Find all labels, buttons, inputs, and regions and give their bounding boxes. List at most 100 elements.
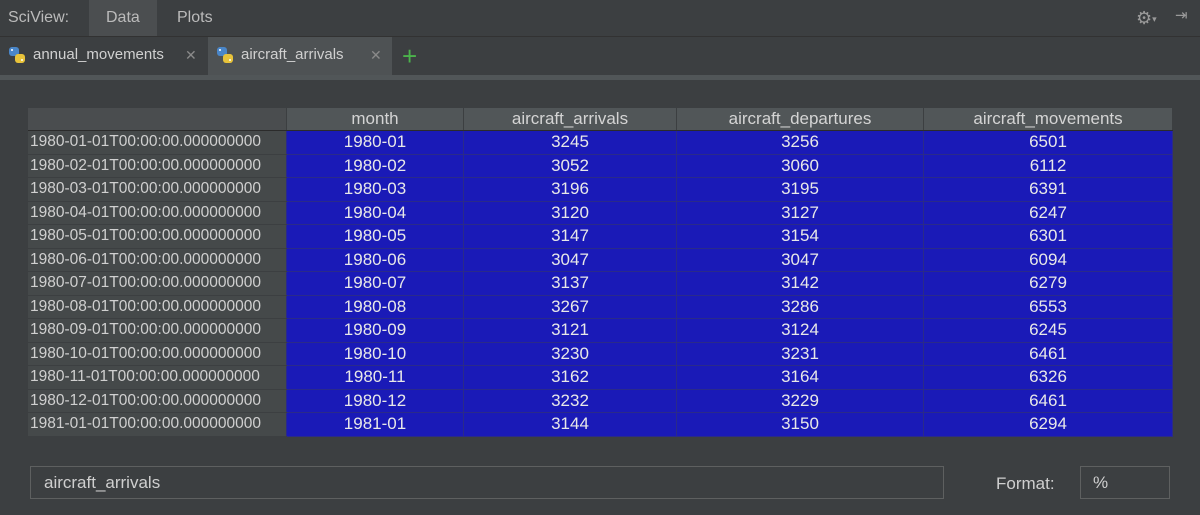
table-row: 1980-05-01T00:00:00.000000000 1980-05 3147… <box>28 224 1173 249</box>
format-input[interactable]: % <box>1080 466 1170 499</box>
gear-icon[interactable]: ⚙▾ <box>1136 8 1157 29</box>
table-cell[interactable]: 3047 <box>463 247 677 272</box>
close-icon[interactable]: ✕ <box>370 37 382 73</box>
table-row: 1980-04-01T00:00:00.000000000 1980-04 3120… <box>28 200 1173 225</box>
table-cell[interactable]: 1980-03 <box>286 177 464 202</box>
table-cell[interactable]: 6294 <box>923 412 1173 437</box>
close-icon[interactable]: ✕ <box>185 37 197 73</box>
table-cell[interactable]: 3154 <box>676 224 924 249</box>
table-cell[interactable]: 1980-08 <box>286 294 464 319</box>
sciview-toolbar: SciView: Data Plots ⚙▾ ⇥ <box>0 0 1200 37</box>
row-index[interactable]: 1980-01-01T00:00:00.000000000 <box>28 130 287 155</box>
file-tab-strip: annual_movements ✕ aircraft_arrivals ✕ <box>0 37 1200 75</box>
table-row: 1980-02-01T00:00:00.000000000 1980-02 3052… <box>28 153 1173 178</box>
row-index[interactable]: 1980-09-01T00:00:00.000000000 <box>28 318 287 343</box>
table-cell[interactable]: 3147 <box>463 224 677 249</box>
table-cell[interactable]: 1980-02 <box>286 153 464 178</box>
column-header[interactable]: aircraft_movements <box>923 108 1173 131</box>
table-cell[interactable]: 6461 <box>923 388 1173 413</box>
table-cell[interactable]: 1980-10 <box>286 341 464 366</box>
table-cell[interactable]: 3267 <box>463 294 677 319</box>
row-index[interactable]: 1980-10-01T00:00:00.000000000 <box>28 342 287 366</box>
python-icon <box>217 47 233 63</box>
column-header[interactable]: month <box>286 108 464 131</box>
column-header[interactable]: aircraft_arrivals <box>463 108 677 131</box>
plus-icon[interactable]: + <box>402 40 417 72</box>
table-cell[interactable]: 3232 <box>463 388 677 413</box>
table-cell[interactable]: 1980-06 <box>286 247 464 272</box>
format-label: Format: <box>996 474 1055 493</box>
row-index[interactable]: 1980-06-01T00:00:00.000000000 <box>28 248 287 272</box>
table-row: 1980-01-01T00:00:00.000000000 1980-01 3245… <box>28 130 1173 155</box>
row-index[interactable]: 1980-08-01T00:00:00.000000000 <box>28 295 287 319</box>
row-index[interactable]: 1980-12-01T00:00:00.000000000 <box>28 389 287 413</box>
table-cell[interactable]: 6247 <box>923 200 1173 225</box>
pin-icon[interactable]: ⇥ <box>1175 6 1188 24</box>
table-row: 1980-09-01T00:00:00.000000000 1980-09 3121… <box>28 318 1173 343</box>
table-cell[interactable]: 3245 <box>463 130 677 155</box>
table-cell[interactable]: 3164 <box>676 365 924 390</box>
table-cell[interactable]: 3231 <box>676 341 924 366</box>
row-index[interactable]: 1980-11-01T00:00:00.000000000 <box>28 365 287 390</box>
tab-data[interactable]: Data <box>89 0 157 36</box>
table-cell[interactable]: 6094 <box>923 247 1173 272</box>
table-corner <box>28 108 287 131</box>
table-row: 1980-11-01T00:00:00.000000000 1980-11 3162… <box>28 365 1173 390</box>
row-index[interactable]: 1981-01-01T00:00:00.000000000 <box>28 412 287 437</box>
table-cell[interactable]: 3060 <box>676 153 924 178</box>
table-cell[interactable]: 1980-04 <box>286 200 464 225</box>
tab-plots[interactable]: Plots <box>160 0 230 36</box>
row-index[interactable]: 1980-07-01T00:00:00.000000000 <box>28 271 287 296</box>
table-cell[interactable]: 3047 <box>676 247 924 272</box>
table-cell[interactable]: 6245 <box>923 318 1173 343</box>
table-cell[interactable]: 3150 <box>676 412 924 437</box>
table-row: 1980-10-01T00:00:00.000000000 1980-10 3230… <box>28 341 1173 366</box>
table-cell[interactable]: 3195 <box>676 177 924 202</box>
table-cell[interactable]: 3229 <box>676 388 924 413</box>
file-tab-aircraft-arrivals[interactable]: aircraft_arrivals ✕ <box>208 37 392 75</box>
table-cell[interactable]: 3162 <box>463 365 677 390</box>
table-cell[interactable]: 1980-11 <box>286 365 464 390</box>
table-cell[interactable]: 6461 <box>923 341 1173 366</box>
table-cell[interactable]: 3144 <box>463 412 677 437</box>
table-row: 1980-08-01T00:00:00.000000000 1980-08 3267… <box>28 294 1173 319</box>
table-cell[interactable]: 6112 <box>923 153 1173 178</box>
table-cell[interactable]: 6501 <box>923 130 1173 155</box>
table-row: 1980-12-01T00:00:00.000000000 1980-12 3232… <box>28 388 1173 413</box>
table-cell[interactable]: 6301 <box>923 224 1173 249</box>
table-cell[interactable]: 3196 <box>463 177 677 202</box>
table-row: 1980-07-01T00:00:00.000000000 1980-07 3137… <box>28 271 1173 296</box>
table-cell[interactable]: 1980-01 <box>286 130 464 155</box>
divider <box>0 75 1200 80</box>
table-cell[interactable]: 3256 <box>676 130 924 155</box>
table-cell[interactable]: 1980-05 <box>286 224 464 249</box>
table-cell[interactable]: 3121 <box>463 318 677 343</box>
table-cell[interactable]: 1980-07 <box>286 271 464 296</box>
table-cell[interactable]: 3230 <box>463 341 677 366</box>
row-index[interactable]: 1980-05-01T00:00:00.000000000 <box>28 224 287 249</box>
table-cell[interactable]: 6553 <box>923 294 1173 319</box>
table-cell[interactable]: 3142 <box>676 271 924 296</box>
data-table: month aircraft_arrivals aircraft_departu… <box>28 108 1173 437</box>
table-cell[interactable]: 1980-12 <box>286 388 464 413</box>
python-icon <box>9 47 25 63</box>
row-index[interactable]: 1980-04-01T00:00:00.000000000 <box>28 201 287 225</box>
file-tab-label: aircraft_arrivals <box>241 46 344 63</box>
expression-input[interactable]: aircraft_arrivals <box>30 466 944 499</box>
table-cell[interactable]: 6279 <box>923 271 1173 296</box>
file-tab-annual-movements[interactable]: annual_movements ✕ <box>0 37 207 75</box>
table-cell[interactable]: 3052 <box>463 153 677 178</box>
table-cell[interactable]: 3124 <box>676 318 924 343</box>
table-row: 1980-03-01T00:00:00.000000000 1980-03 3196… <box>28 177 1173 202</box>
table-cell[interactable]: 3127 <box>676 200 924 225</box>
table-cell[interactable]: 1981-01 <box>286 412 464 437</box>
column-header[interactable]: aircraft_departures <box>676 108 924 131</box>
table-cell[interactable]: 3120 <box>463 200 677 225</box>
row-index[interactable]: 1980-03-01T00:00:00.000000000 <box>28 177 287 202</box>
table-cell[interactable]: 3286 <box>676 294 924 319</box>
table-cell[interactable]: 3137 <box>463 271 677 296</box>
table-cell[interactable]: 6391 <box>923 177 1173 202</box>
table-cell[interactable]: 1980-09 <box>286 318 464 343</box>
table-cell[interactable]: 6326 <box>923 365 1173 390</box>
row-index[interactable]: 1980-02-01T00:00:00.000000000 <box>28 154 287 178</box>
